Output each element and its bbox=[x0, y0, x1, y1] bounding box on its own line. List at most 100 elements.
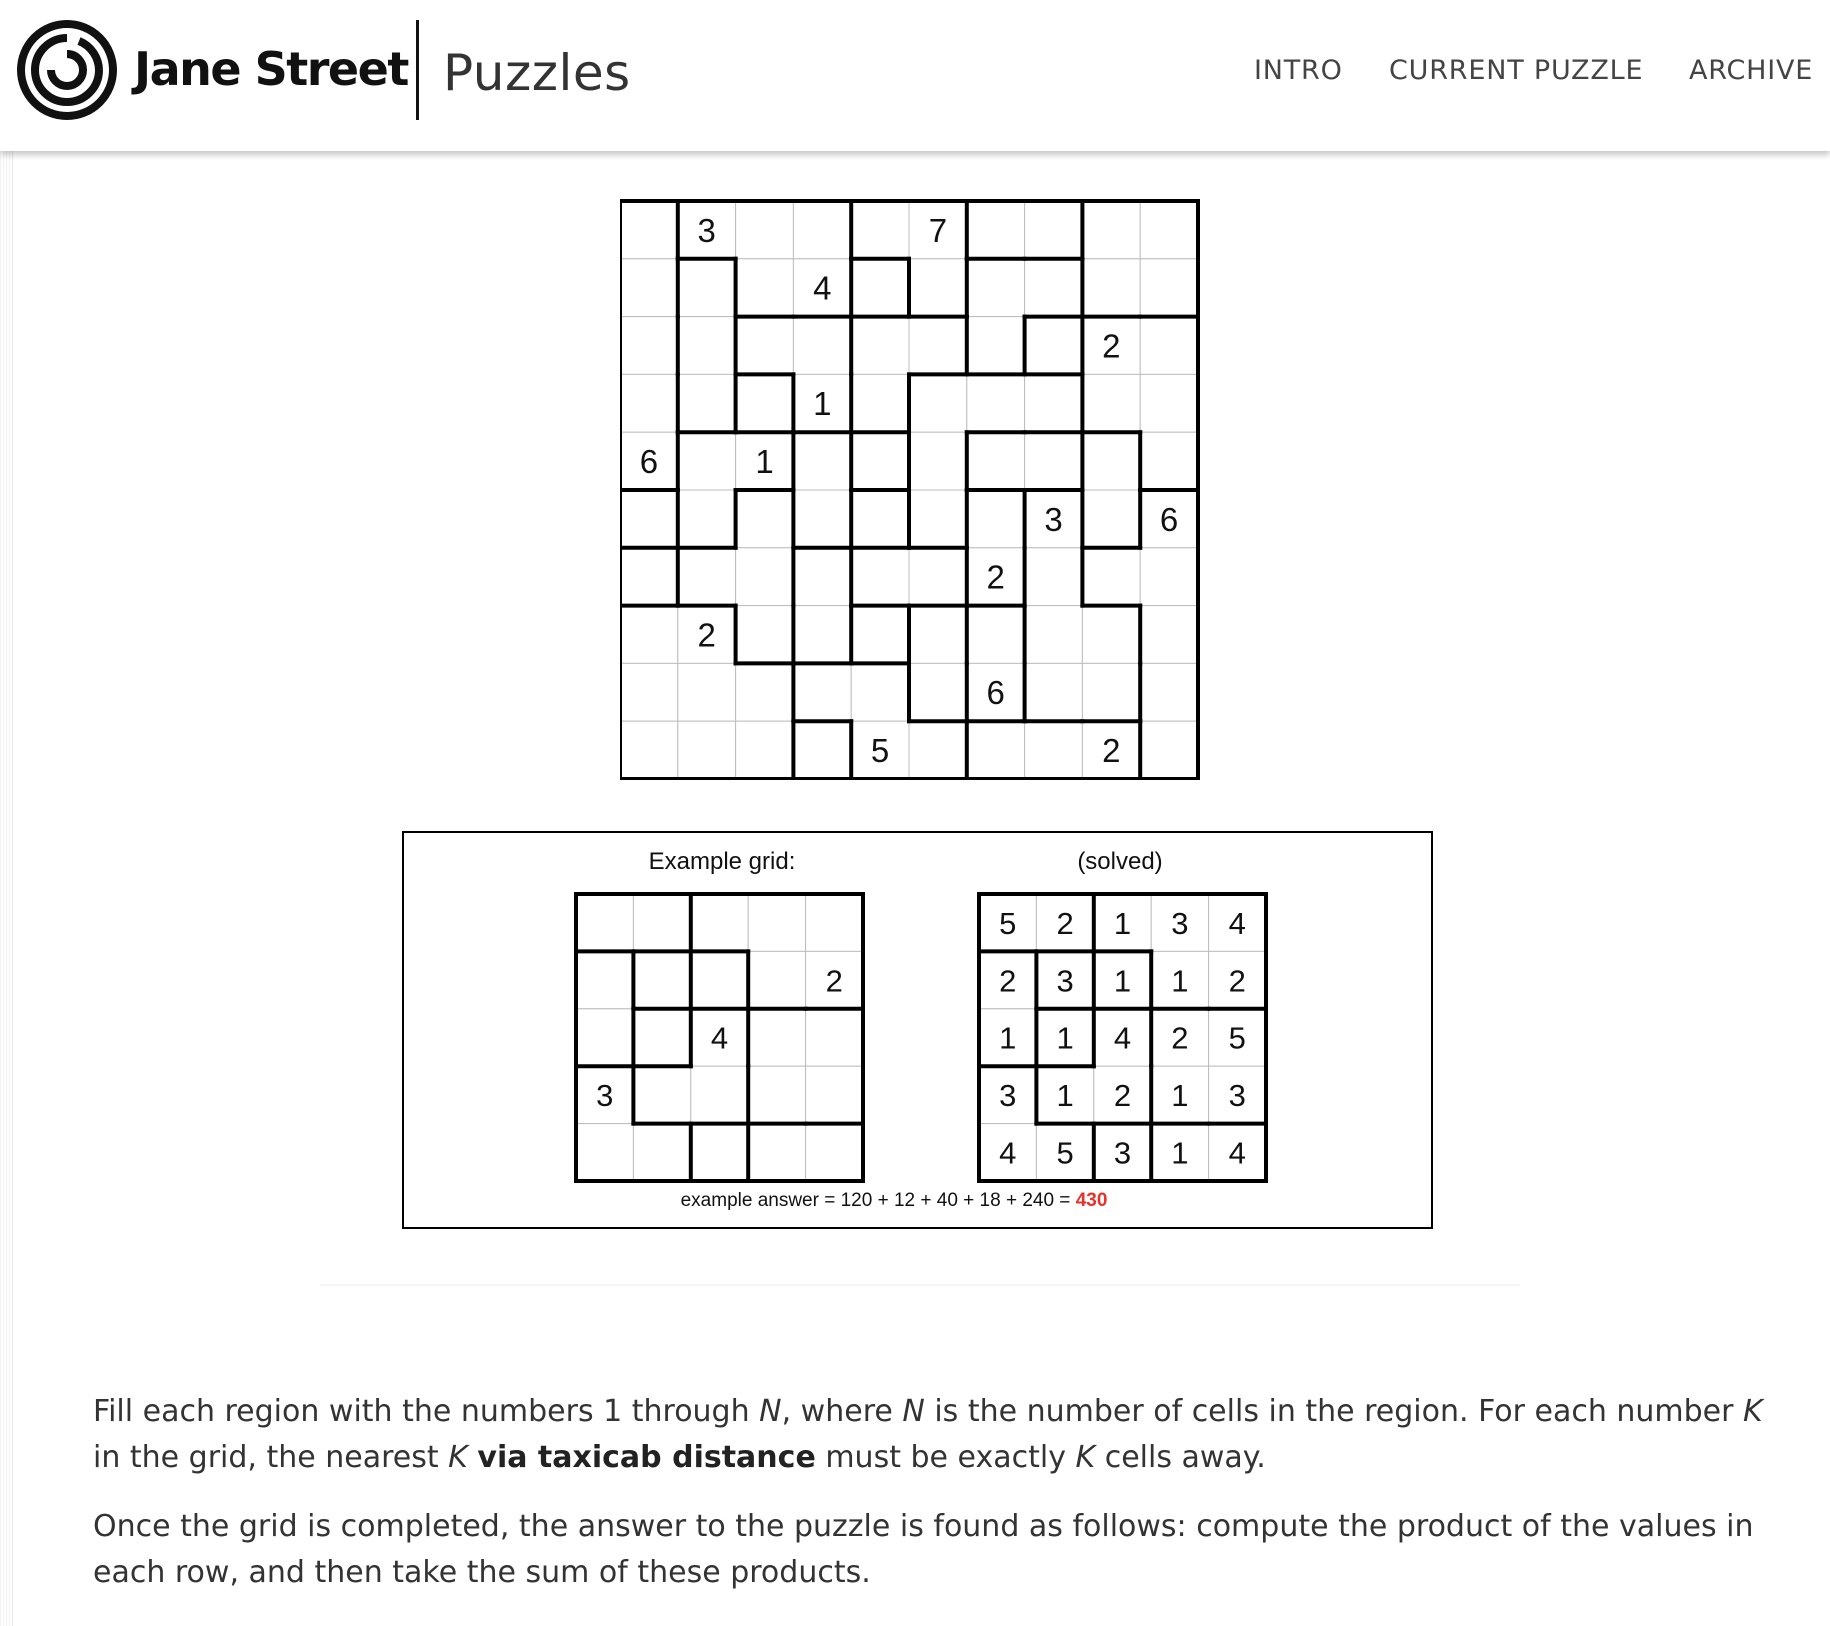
puzzle-cell[interactable] bbox=[620, 720, 679, 780]
example-grid-cell[interactable] bbox=[690, 1065, 749, 1125]
nav-link-intro[interactable]: INTRO bbox=[1254, 55, 1343, 86]
puzzle-cell[interactable] bbox=[908, 547, 968, 607]
puzzle-cell[interactable] bbox=[1139, 720, 1199, 780]
puzzle-cell[interactable] bbox=[735, 258, 794, 318]
puzzle-cell[interactable] bbox=[677, 316, 737, 375]
puzzle-cell[interactable] bbox=[850, 547, 910, 607]
puzzle-cell[interactable] bbox=[792, 662, 852, 722]
example-grid-cell[interactable] bbox=[690, 893, 749, 952]
puzzle-cell[interactable] bbox=[1081, 547, 1141, 607]
puzzle-cell[interactable] bbox=[850, 431, 910, 491]
puzzle-cell[interactable] bbox=[735, 489, 794, 549]
brand-name[interactable]: Jane Street bbox=[134, 42, 409, 96]
puzzle-cell[interactable] bbox=[1139, 431, 1199, 491]
puzzle-cell[interactable] bbox=[1139, 547, 1199, 607]
puzzle-cell[interactable] bbox=[1081, 258, 1141, 318]
puzzle-cell[interactable] bbox=[792, 605, 852, 664]
puzzle-cell[interactable] bbox=[677, 720, 737, 780]
puzzle-cell[interactable] bbox=[620, 373, 679, 433]
example-grid-cell[interactable] bbox=[690, 1123, 749, 1182]
puzzle-cell[interactable] bbox=[735, 547, 794, 607]
puzzle-cell[interactable] bbox=[1024, 258, 1083, 318]
puzzle-cell[interactable] bbox=[677, 373, 737, 433]
example-grid-cell[interactable] bbox=[575, 893, 634, 952]
puzzle-cell[interactable] bbox=[735, 662, 794, 722]
puzzle-cell[interactable] bbox=[908, 489, 968, 549]
puzzle-cell[interactable] bbox=[908, 605, 968, 664]
puzzle-cell[interactable] bbox=[620, 489, 679, 549]
puzzle-cell[interactable] bbox=[792, 547, 852, 607]
example-grid-cell[interactable] bbox=[805, 893, 864, 952]
puzzle-cell[interactable] bbox=[1139, 316, 1199, 375]
puzzle-cell[interactable] bbox=[1081, 489, 1141, 549]
puzzle-cell[interactable] bbox=[1081, 431, 1141, 491]
puzzle-cell[interactable] bbox=[1139, 662, 1199, 722]
example-grid-cell[interactable] bbox=[747, 893, 807, 952]
example-grid-cell[interactable] bbox=[805, 1123, 864, 1182]
puzzle-cell[interactable] bbox=[966, 200, 1026, 260]
puzzle-cell[interactable] bbox=[620, 605, 679, 664]
puzzle-cell[interactable] bbox=[850, 373, 910, 433]
puzzle-cell[interactable] bbox=[677, 662, 737, 722]
nav-link-current-puzzle[interactable]: CURRENT PUZZLE bbox=[1389, 55, 1643, 86]
example-grid-cell[interactable] bbox=[632, 1008, 692, 1067]
puzzle-cell[interactable] bbox=[735, 373, 794, 433]
puzzle-cell[interactable] bbox=[1024, 720, 1083, 780]
puzzle-cell[interactable] bbox=[735, 720, 794, 780]
puzzle-cell[interactable] bbox=[850, 200, 910, 260]
puzzle-cell[interactable] bbox=[677, 547, 737, 607]
puzzle-cell[interactable] bbox=[792, 316, 852, 375]
puzzle-cell[interactable] bbox=[1081, 373, 1141, 433]
puzzle-cell[interactable] bbox=[908, 373, 968, 433]
puzzle-cell[interactable] bbox=[966, 720, 1026, 780]
puzzle-cell[interactable] bbox=[1024, 547, 1083, 607]
puzzle-cell[interactable] bbox=[966, 258, 1026, 318]
example-grid-cell[interactable] bbox=[575, 1123, 634, 1182]
puzzle-cell[interactable] bbox=[620, 316, 679, 375]
puzzle-cell[interactable] bbox=[1024, 662, 1083, 722]
puzzle-cell[interactable] bbox=[1024, 605, 1083, 664]
puzzle-cell[interactable] bbox=[1081, 200, 1141, 260]
puzzle-cell[interactable] bbox=[966, 489, 1026, 549]
puzzle-cell[interactable] bbox=[850, 316, 910, 375]
nav-link-archive[interactable]: ARCHIVE bbox=[1689, 55, 1813, 86]
example-grid-cell[interactable] bbox=[632, 1065, 692, 1125]
puzzle-cell[interactable] bbox=[677, 431, 737, 491]
puzzle-cell[interactable] bbox=[1139, 200, 1199, 260]
example-grid-cell[interactable] bbox=[690, 950, 749, 1010]
jane-street-logo-icon[interactable] bbox=[17, 20, 117, 120]
puzzle-cell[interactable] bbox=[1139, 373, 1199, 433]
puzzle-cell[interactable] bbox=[620, 200, 679, 260]
section-title[interactable]: Puzzles bbox=[443, 44, 631, 102]
example-grid-cell[interactable] bbox=[632, 950, 692, 1010]
puzzle-cell[interactable] bbox=[966, 605, 1026, 664]
example-grid-cell[interactable] bbox=[747, 1065, 807, 1125]
puzzle-cell[interactable] bbox=[908, 662, 968, 722]
puzzle-cell[interactable] bbox=[792, 489, 852, 549]
puzzle-cell[interactable] bbox=[850, 258, 910, 318]
puzzle-cell[interactable] bbox=[1081, 662, 1141, 722]
puzzle-cell[interactable] bbox=[735, 200, 794, 260]
puzzle-cell[interactable] bbox=[620, 662, 679, 722]
example-grid-cell[interactable] bbox=[575, 950, 634, 1010]
puzzle-cell[interactable] bbox=[966, 373, 1026, 433]
puzzle-cell[interactable] bbox=[1081, 605, 1141, 664]
example-grid-cell[interactable] bbox=[747, 1008, 807, 1067]
puzzle-cell[interactable] bbox=[677, 489, 737, 549]
puzzle-cell[interactable] bbox=[620, 547, 679, 607]
puzzle-cell[interactable] bbox=[792, 431, 852, 491]
puzzle-cell[interactable] bbox=[850, 489, 910, 549]
puzzle-cell[interactable] bbox=[1139, 258, 1199, 318]
example-grid-cell[interactable] bbox=[805, 1008, 864, 1067]
puzzle-cell[interactable] bbox=[620, 258, 679, 318]
puzzle-cell[interactable] bbox=[850, 662, 910, 722]
example-grid-cell[interactable] bbox=[575, 1008, 634, 1067]
puzzle-cell[interactable] bbox=[966, 431, 1026, 491]
puzzle-cell[interactable] bbox=[850, 605, 910, 664]
puzzle-cell[interactable] bbox=[677, 258, 737, 318]
example-grid-cell[interactable] bbox=[632, 893, 692, 952]
puzzle-cell[interactable] bbox=[1024, 431, 1083, 491]
puzzle-cell[interactable] bbox=[792, 200, 852, 260]
puzzle-cell[interactable] bbox=[1024, 373, 1083, 433]
example-grid-cell[interactable] bbox=[747, 950, 807, 1010]
